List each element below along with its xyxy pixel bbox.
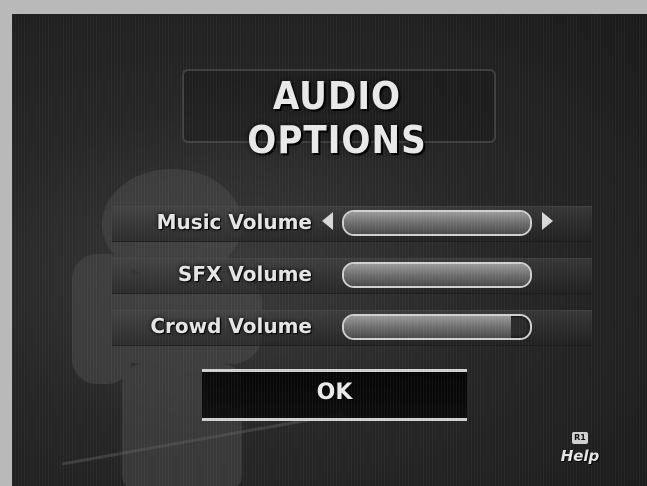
crowd-volume-label: Crowd Volume: [150, 314, 312, 338]
ok-label: OK: [316, 380, 353, 405]
music-volume-label: Music Volume: [156, 210, 312, 234]
crowd-volume-fill: [344, 316, 512, 338]
music-volume-fill: [344, 212, 530, 234]
music-volume-row[interactable]: Music Volume: [12, 204, 647, 244]
crowd-volume-slider[interactable]: [342, 314, 532, 340]
page-title: AUDIO OPTIONS: [247, 74, 427, 162]
sfx-volume-row[interactable]: SFX Volume: [12, 256, 647, 296]
sfx-volume-label: SFX Volume: [177, 262, 312, 286]
help-button[interactable]: R1 Help: [560, 432, 600, 465]
game-screen: AUDIO OPTIONS Music Volume SFX Volume Cr…: [12, 14, 647, 486]
help-label: Help: [560, 447, 600, 465]
left-arrow-icon[interactable]: [322, 212, 333, 230]
right-arrow-icon[interactable]: [542, 212, 553, 230]
sfx-volume-fill: [344, 264, 530, 286]
crowd-volume-row[interactable]: Crowd Volume: [12, 308, 647, 348]
r1-button-icon: R1: [572, 432, 588, 444]
sfx-volume-slider[interactable]: [342, 262, 532, 288]
ok-button[interactable]: OK: [202, 369, 467, 421]
music-volume-slider[interactable]: [342, 210, 532, 236]
